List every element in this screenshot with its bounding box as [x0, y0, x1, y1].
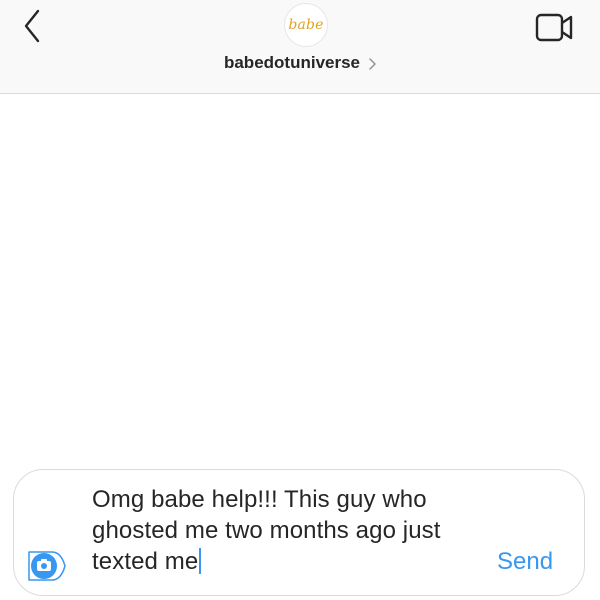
- profile-link[interactable]: babedotuniverse: [0, 53, 600, 73]
- video-call-button[interactable]: [532, 10, 576, 46]
- video-camera-icon: [535, 13, 573, 42]
- chevron-left-icon: [24, 9, 40, 43]
- thread-header: babe babedotuniverse: [0, 0, 600, 94]
- username-label: babedotuniverse: [223, 53, 361, 72]
- message-thread: [0, 94, 600, 466]
- back-button[interactable]: [14, 8, 50, 44]
- text-cursor: [199, 548, 202, 574]
- send-button[interactable]: Send: [497, 548, 553, 576]
- message-text: Omg babe help!!! This guy who ghosted me…: [92, 486, 441, 575]
- avatar-logo-text: babe: [288, 17, 324, 33]
- chevron-right-icon: [369, 58, 376, 70]
- camera-icon: [28, 551, 66, 581]
- avatar[interactable]: babe: [284, 3, 328, 47]
- camera-button[interactable]: [26, 548, 70, 584]
- message-composer: Omg babe help!!! This guy who ghosted me…: [13, 469, 585, 596]
- message-input[interactable]: Omg babe help!!! This guy who ghosted me…: [92, 484, 492, 577]
